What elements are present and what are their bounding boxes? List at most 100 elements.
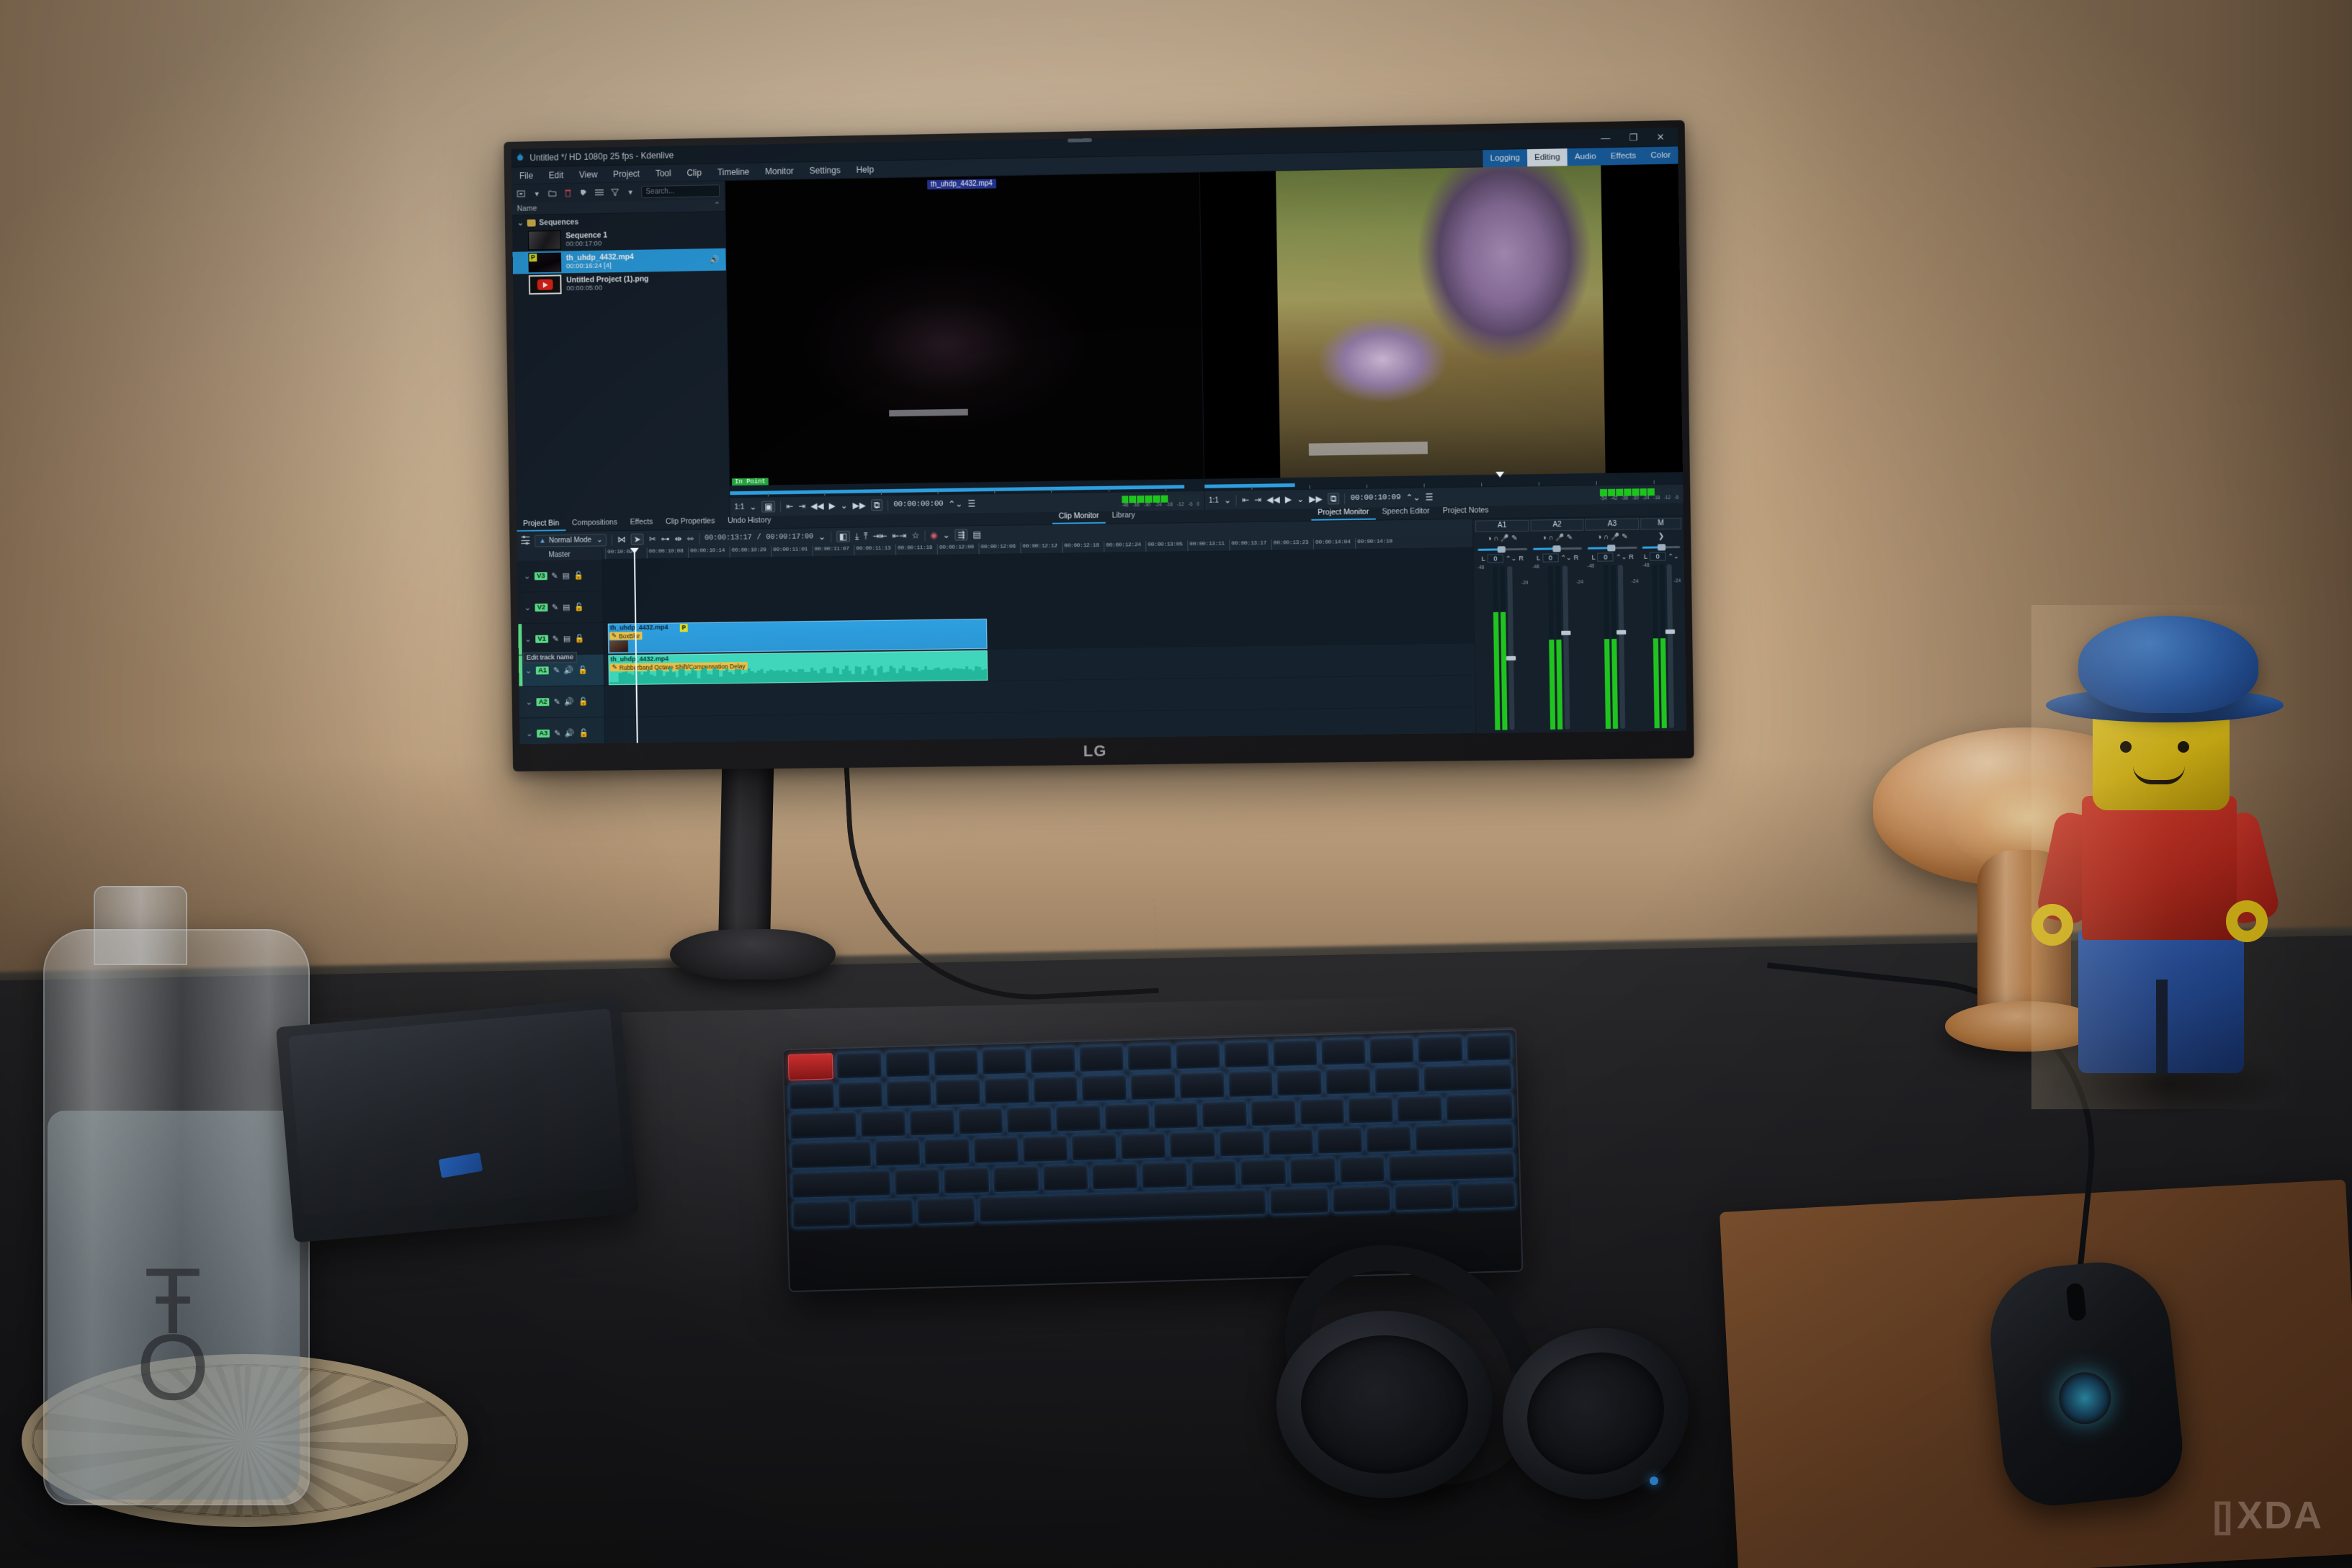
chevron-down-icon[interactable]: ▾ (532, 189, 542, 199)
close-button[interactable]: ✕ (1657, 132, 1665, 143)
fader-handle[interactable] (1665, 630, 1675, 635)
keyboard-key[interactable] (1366, 1125, 1413, 1153)
keyboard-key[interactable] (1299, 1098, 1346, 1126)
headphone-icon[interactable]: ∩ (1549, 534, 1554, 542)
chevron-down-icon[interactable]: ⌄ (749, 502, 756, 512)
pan-knob[interactable] (1657, 544, 1666, 551)
extract-icon[interactable]: ⇥⇤ (872, 531, 887, 541)
forward-icon[interactable]: ▶▶ (1309, 494, 1323, 504)
tag-icon[interactable] (579, 187, 589, 197)
workspace-tab-audio[interactable]: Audio (1568, 148, 1604, 166)
keyboard-key[interactable] (792, 1200, 851, 1228)
spacer-tool-icon[interactable]: ⊶ (661, 534, 670, 544)
keyboard-key[interactable] (1218, 1129, 1265, 1157)
lock-icon[interactable]: 🔓 (578, 666, 588, 675)
menu-item-edit[interactable]: Edit (541, 166, 572, 184)
speaker-icon[interactable]: 🔊 (710, 255, 720, 264)
clip-monitor-view[interactable]: th_uhdp_4432.mp4 (725, 172, 1204, 486)
timeline-clip-audio[interactable]: th_uhdp_4432.mp4 ✎ Rubberband Octave Shi… (608, 650, 988, 686)
pan-value[interactable]: 0 (1649, 552, 1666, 561)
pan-slider[interactable] (1532, 545, 1583, 552)
pan-spinner-icon[interactable]: ⌃⌄ (1506, 555, 1516, 563)
record-icon[interactable]: ◉ (930, 530, 938, 540)
chevron-down-icon[interactable]: ⌄ (596, 536, 602, 544)
pan-spinner-icon[interactable]: ⌃⌄ (1668, 552, 1678, 560)
tab-speech-editor[interactable]: Speech Editor (1375, 505, 1436, 519)
keyboard-key[interactable] (860, 1110, 906, 1138)
keyboard-key[interactable] (1316, 1126, 1364, 1155)
keyboard-key[interactable] (854, 1199, 914, 1227)
keyboard-key[interactable] (933, 1049, 979, 1077)
keyboard-key[interactable] (1141, 1161, 1188, 1189)
keyboard-key[interactable] (1202, 1101, 1248, 1129)
workspace-tab-logging[interactable]: Logging (1483, 149, 1527, 167)
mixer-channel-name[interactable]: A2 (1530, 519, 1584, 532)
keyboard-key[interactable] (1130, 1073, 1176, 1101)
fader-slot[interactable] (1616, 565, 1626, 729)
bin-item[interactable]: Sequence 1 00:00:17:00 (512, 226, 725, 252)
headphone-icon[interactable]: ∩ (1493, 534, 1498, 542)
rewind-icon[interactable]: ◀◀ (810, 501, 824, 511)
keyboard-key[interactable] (972, 1137, 1019, 1164)
effects-icon[interactable]: ✎ (554, 729, 560, 738)
keyboard-key[interactable] (1175, 1042, 1221, 1070)
keyboard-key[interactable] (788, 1083, 835, 1111)
chevron-down-icon[interactable]: ⌄ (526, 697, 532, 707)
chevron-down-icon[interactable]: ⌄ (517, 219, 524, 228)
menu-item-tool[interactable]: Tool (648, 164, 679, 182)
add-folder-icon[interactable] (548, 188, 558, 198)
zone-start-icon[interactable]: ⇤ (786, 501, 793, 511)
keyboard-key[interactable] (934, 1078, 981, 1106)
fader-slot[interactable] (1665, 564, 1675, 728)
composite-icon[interactable]: ▤ (563, 634, 571, 643)
headphone-icon[interactable]: ∩ (1604, 533, 1609, 541)
fader-handle[interactable] (1561, 631, 1571, 636)
pan-value[interactable]: 0 (1487, 554, 1504, 563)
mixer-channel-name[interactable]: M (1640, 517, 1682, 530)
keyboard-key[interactable] (790, 1111, 858, 1140)
mic-icon[interactable]: 🎤 (1501, 534, 1509, 542)
chevron-down-icon[interactable]: ⌄ (525, 666, 532, 676)
pan-slider[interactable] (1477, 546, 1527, 553)
tab-project-bin[interactable]: Project Bin (517, 517, 566, 532)
keyboard-key[interactable] (1338, 1155, 1386, 1183)
keyboard-key[interactable] (893, 1168, 941, 1196)
chevron-down-icon[interactable]: ⌄ (818, 532, 826, 542)
keyboard-key[interactable] (1267, 1128, 1314, 1156)
rewind-icon[interactable]: ◀◀ (1266, 494, 1280, 504)
fullscreen-icon[interactable]: ▣ (761, 501, 776, 513)
zone-end-icon[interactable]: ⇥ (798, 501, 805, 511)
zone-start-icon[interactable]: ⇤ (1242, 495, 1249, 505)
add-clip-icon[interactable] (517, 189, 526, 199)
select-tool-icon[interactable]: ➤ (630, 533, 644, 545)
keyboard-key[interactable] (1269, 1187, 1329, 1215)
keyboard-key[interactable] (1388, 1152, 1515, 1182)
keyboard-key[interactable] (1289, 1157, 1336, 1185)
keyboard-key[interactable] (1396, 1095, 1443, 1123)
roll-tool-icon[interactable]: ⇿ (687, 534, 694, 544)
crop-icon[interactable]: ⧉ (1327, 493, 1340, 505)
mute-icon[interactable]: ◑ (1542, 534, 1547, 542)
workspace-tab-color[interactable]: Color (1643, 146, 1678, 164)
keyboard-key[interactable] (836, 1052, 882, 1080)
insert-icon[interactable]: ⤓ (855, 532, 859, 542)
channel-fader[interactable]: -48 -24 (1641, 563, 1684, 730)
tab-library[interactable]: Library (1105, 509, 1141, 524)
mic-icon[interactable]: 🎤 (1611, 533, 1619, 541)
tab-undo-history[interactable]: Undo History (721, 514, 777, 529)
project-monitor-ratio[interactable]: 1:1 (1209, 496, 1219, 504)
fader-slot[interactable] (1561, 565, 1571, 730)
track-header-v1[interactable]: ⌄ V1 ✎ ▤ 🔓 Edit track name (518, 622, 604, 663)
mix-icon[interactable]: ⋈ (617, 534, 626, 545)
tab-clip-properties[interactable]: Clip Properties (659, 515, 721, 529)
keyboard-key[interactable] (1415, 1122, 1514, 1152)
fader-slot[interactable] (1506, 566, 1516, 730)
speaker-icon[interactable]: 🔊 (565, 728, 575, 738)
keyboard-key[interactable] (1272, 1039, 1318, 1067)
keyboard-key[interactable] (1179, 1072, 1225, 1099)
keyboard-key[interactable] (1070, 1134, 1118, 1162)
pan-value[interactable]: 0 (1542, 553, 1559, 563)
track-header-v3[interactable]: ⌄ V3 ✎ ▤ 🔓 (517, 560, 603, 593)
crop-icon[interactable]: ⧉ (870, 499, 883, 511)
mixer-channel-name[interactable]: A1 (1475, 519, 1529, 532)
